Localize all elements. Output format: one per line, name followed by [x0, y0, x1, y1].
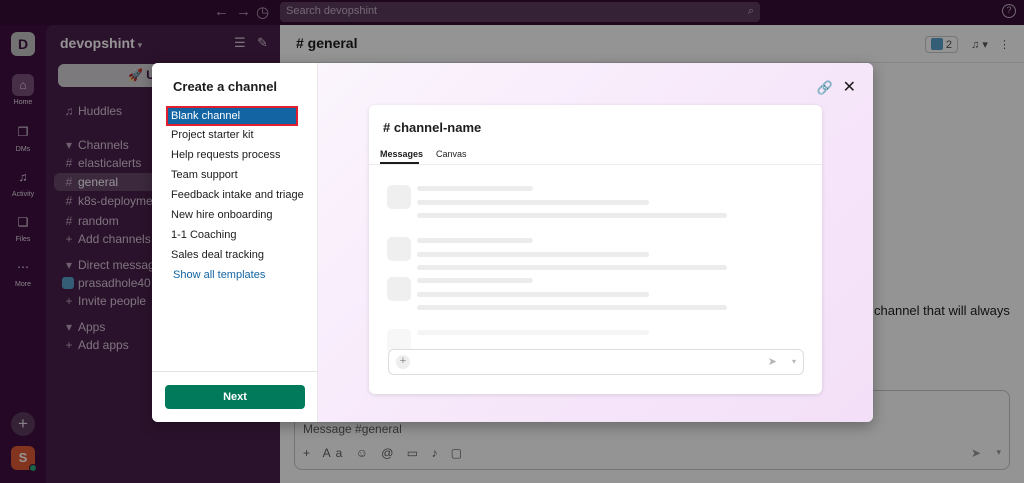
template-help-requests-process[interactable]: Help requests process [166, 146, 298, 166]
preview-composer: + ➤ ▾ [388, 349, 804, 375]
template-sales-deal-tracking[interactable]: Sales deal tracking [166, 246, 298, 266]
template-project-starter-kit[interactable]: Project starter kit [166, 126, 298, 146]
template-new-hire-onboarding[interactable]: New hire onboarding [166, 206, 298, 226]
template-preview-panel: 🔗 ✕ # channel-name Messages Canvas + ➤ ▾ [318, 63, 873, 422]
send-icon: ➤ [767, 356, 777, 368]
template-1-1-coaching[interactable]: 1-1 Coaching [166, 226, 298, 246]
skeleton-line [417, 305, 727, 310]
modal-title: Create a channel [173, 79, 278, 94]
skeleton-line [417, 213, 727, 218]
template-team-support[interactable]: Team support [166, 166, 298, 186]
skeleton-line [417, 278, 533, 283]
skeleton-line [417, 265, 727, 270]
template-blank-channel[interactable]: Blank channel [166, 106, 298, 126]
skeleton-line [417, 238, 533, 243]
template-feedback-intake[interactable]: Feedback intake and triage [166, 186, 304, 206]
channel-preview-card: # channel-name Messages Canvas + ➤ ▾ [369, 105, 822, 394]
next-button[interactable]: Next [165, 385, 305, 409]
skeleton-avatar [387, 185, 411, 209]
chevron-down-icon: ▾ [791, 357, 796, 366]
skeleton-avatar [387, 277, 411, 301]
divider [152, 371, 318, 372]
skeleton-line [417, 200, 649, 205]
link-icon[interactable]: 🔗 [817, 80, 833, 96]
show-all-templates-link[interactable]: Show all templates [173, 269, 265, 281]
template-list-panel: Create a channel Blank channel Project s… [152, 63, 318, 422]
preview-tab-canvas: Canvas [436, 149, 467, 159]
skeleton-line [417, 292, 649, 297]
preview-tab-messages: Messages [380, 149, 424, 159]
skeleton-line [417, 330, 649, 335]
divider [369, 164, 822, 165]
skeleton-avatar [387, 237, 411, 261]
preview-channel-name: # channel-name [383, 120, 482, 135]
skeleton-line [417, 252, 649, 257]
skeleton-line [417, 186, 533, 191]
close-icon[interactable]: ✕ [843, 77, 856, 97]
plus-icon: + [396, 355, 410, 369]
create-channel-modal: Create a channel Blank channel Project s… [152, 63, 873, 422]
